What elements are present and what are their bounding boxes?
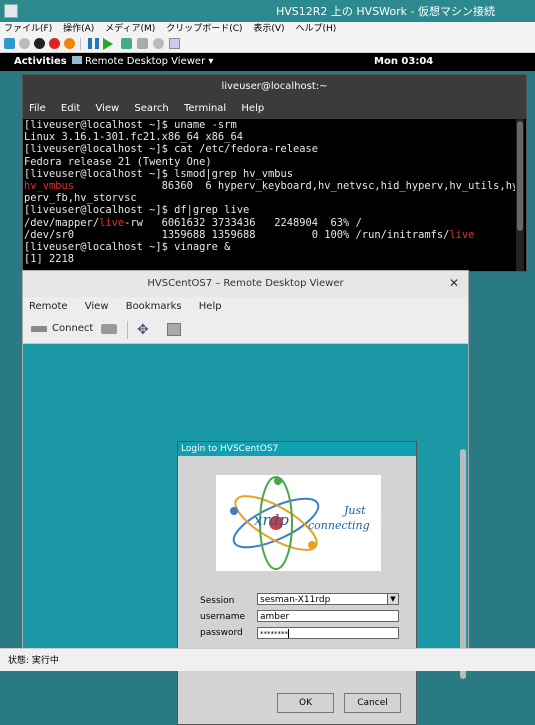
- terminal-line: /dev/sr0 1359688 1359688 0 100% /run/ini…: [24, 228, 475, 241]
- terminal-menu-search[interactable]: Search: [134, 99, 168, 119]
- login-dialog-title: Login to HVSCentOS7: [178, 442, 416, 456]
- host-menubar: ファイル(F) 操作(A) メディア(M) クリップボード(C) 表示(V) ヘ…: [0, 22, 535, 36]
- host-titlebar: HVS12R2 上の HVSWork - 仮想マシン接続: [0, 0, 535, 22]
- shutdown-icon[interactable]: [49, 38, 60, 49]
- text-cursor: [288, 629, 289, 638]
- session-select[interactable]: sesman-X11rdp ▼: [257, 593, 399, 605]
- viewer-menu-remote[interactable]: Remote: [29, 297, 68, 317]
- terminal-menu-help[interactable]: Help: [241, 99, 264, 119]
- password-label: password: [200, 628, 243, 638]
- terminal-menubar: File Edit View Search Terminal Help: [23, 99, 526, 119]
- checkpoint-icon[interactable]: [121, 38, 132, 49]
- terminal-line: hv_vmbus 86360 6 hyperv_keyboard,hv_netv…: [24, 180, 515, 193]
- chevron-down-icon[interactable]: ▼: [387, 594, 398, 604]
- remote-desktop-viewer-window: HVSCentOS7 – Remote Desktop Viewer ✕ Rem…: [22, 270, 469, 725]
- terminal-output[interactable]: [liveuser@localhost ~]$ uname -srm Linux …: [23, 119, 515, 271]
- viewer-menu-bookmarks[interactable]: Bookmarks: [126, 297, 182, 317]
- enhanced-session-icon[interactable]: [169, 38, 180, 49]
- host-statusbar: 状態: 実行中: [0, 648, 535, 671]
- viewer-menu-help[interactable]: Help: [199, 297, 222, 317]
- toolbar-separator: [80, 38, 81, 50]
- terminal-scroll-thumb[interactable]: [517, 121, 523, 231]
- host-menu-file[interactable]: ファイル(F): [4, 22, 52, 36]
- terminal-line: Linux 3.16.1-301.fc21.x86_64 x86_64: [24, 131, 243, 144]
- session-label: Session: [200, 596, 235, 606]
- terminal-menu-view[interactable]: View: [95, 99, 119, 119]
- ctrl-alt-del-icon[interactable]: [4, 38, 15, 49]
- fullscreen-icon[interactable]: ✥: [137, 323, 151, 337]
- terminal-line: [liveuser@localhost ~]$ uname -srm: [24, 119, 237, 131]
- host-menu-media[interactable]: メディア(M): [105, 22, 155, 36]
- terminal-line: /dev/mapper/live-rw 6061632 3733436 2248…: [24, 216, 362, 229]
- xrdp-logo: xrdp Just connecting: [216, 475, 381, 571]
- gnome-top-bar: Activities Remote Desktop Viewer ▾ Mon 0…: [0, 53, 535, 71]
- viewer-menubar: Remote View Bookmarks Help: [23, 297, 468, 317]
- terminal-menu-file[interactable]: File: [29, 99, 46, 119]
- app-menu[interactable]: Remote Desktop Viewer ▾: [72, 56, 213, 67]
- logo-xrdp-text: xrdp: [254, 511, 289, 529]
- turn-off-icon[interactable]: [34, 38, 45, 49]
- terminal-line: Fedora release 21 (Twenty One): [24, 155, 212, 168]
- terminal-menu-edit[interactable]: Edit: [61, 99, 80, 119]
- cancel-button[interactable]: Cancel: [344, 693, 401, 713]
- activities-button[interactable]: Activities: [14, 56, 67, 67]
- password-value: ********: [260, 630, 288, 638]
- username-field[interactable]: amber: [257, 610, 399, 622]
- vm-status: 状態: 実行中: [8, 656, 59, 666]
- xrdp-login-dialog: Login to HVSCentOS7 xrdp Just connecting…: [177, 441, 417, 725]
- play-icon[interactable]: [103, 38, 113, 50]
- app-menu-label: Remote Desktop Viewer ▾: [85, 56, 214, 67]
- host-menu-help[interactable]: ヘルプ(H): [295, 22, 336, 36]
- terminal-line: [1] 2218: [24, 253, 75, 266]
- password-field[interactable]: ********: [257, 627, 399, 639]
- logo-tagline-line2: connecting: [308, 519, 370, 532]
- close-icon[interactable]: ✕: [449, 276, 459, 290]
- remote-display-scrollbar[interactable]: [460, 449, 466, 679]
- clock[interactable]: Mon 03:04: [374, 56, 433, 67]
- plug-icon: [31, 326, 47, 332]
- pause-icon[interactable]: [88, 38, 99, 49]
- viewer-title: HVSCentOS7 – Remote Desktop Viewer: [147, 278, 344, 289]
- viewer-titlebar: HVSCentOS7 – Remote Desktop Viewer ✕: [23, 271, 468, 297]
- terminal-line: [liveuser@localhost ~]$ vinagre &: [24, 241, 231, 254]
- toolbar-separator: [127, 321, 128, 339]
- viewer-toolbar: Connect ✥: [23, 317, 468, 344]
- host-menu-view[interactable]: 表示(V): [253, 22, 284, 36]
- terminal-window: liveuser@localhost:~ File Edit View Sear…: [22, 74, 527, 272]
- host-menu-clipboard[interactable]: クリップボード(C): [166, 22, 242, 36]
- screenshot-icon[interactable]: [167, 323, 181, 336]
- ok-button[interactable]: OK: [277, 693, 334, 713]
- host-toolbar: [0, 36, 535, 53]
- username-label: username: [200, 612, 245, 622]
- host-window-title: HVS12R2 上の HVSWork - 仮想マシン接続: [275, 5, 495, 18]
- terminal-line: [liveuser@localhost ~]$ cat /etc/fedora-…: [24, 143, 319, 156]
- app-menu-icon: [72, 56, 82, 64]
- terminal-title: liveuser@localhost:~: [23, 75, 526, 99]
- undo-icon[interactable]: [153, 38, 164, 49]
- connect-label: Connect: [52, 323, 94, 334]
- revert-icon[interactable]: [137, 38, 148, 49]
- save-state-icon[interactable]: [64, 38, 75, 49]
- remote-display[interactable]: Login to HVSCentOS7 xrdp Just connecting…: [23, 344, 468, 725]
- viewer-menu-view[interactable]: View: [85, 297, 109, 317]
- session-value: sesman-X11rdp: [260, 595, 331, 605]
- terminal-line: [liveuser@localhost ~]$ df|grep live: [24, 204, 250, 217]
- terminal-menu-terminal[interactable]: Terminal: [184, 99, 226, 119]
- start-icon[interactable]: [19, 38, 30, 49]
- host-menu-action[interactable]: 操作(A): [63, 22, 94, 36]
- disconnect-icon[interactable]: [101, 324, 117, 334]
- terminal-line: perv_fb,hv_storvsc: [24, 192, 137, 205]
- host-app-icon: [4, 4, 18, 18]
- terminal-line: [liveuser@localhost ~]$ lsmod|grep hv_vm…: [24, 167, 293, 180]
- logo-tagline-line1: Just: [344, 504, 366, 517]
